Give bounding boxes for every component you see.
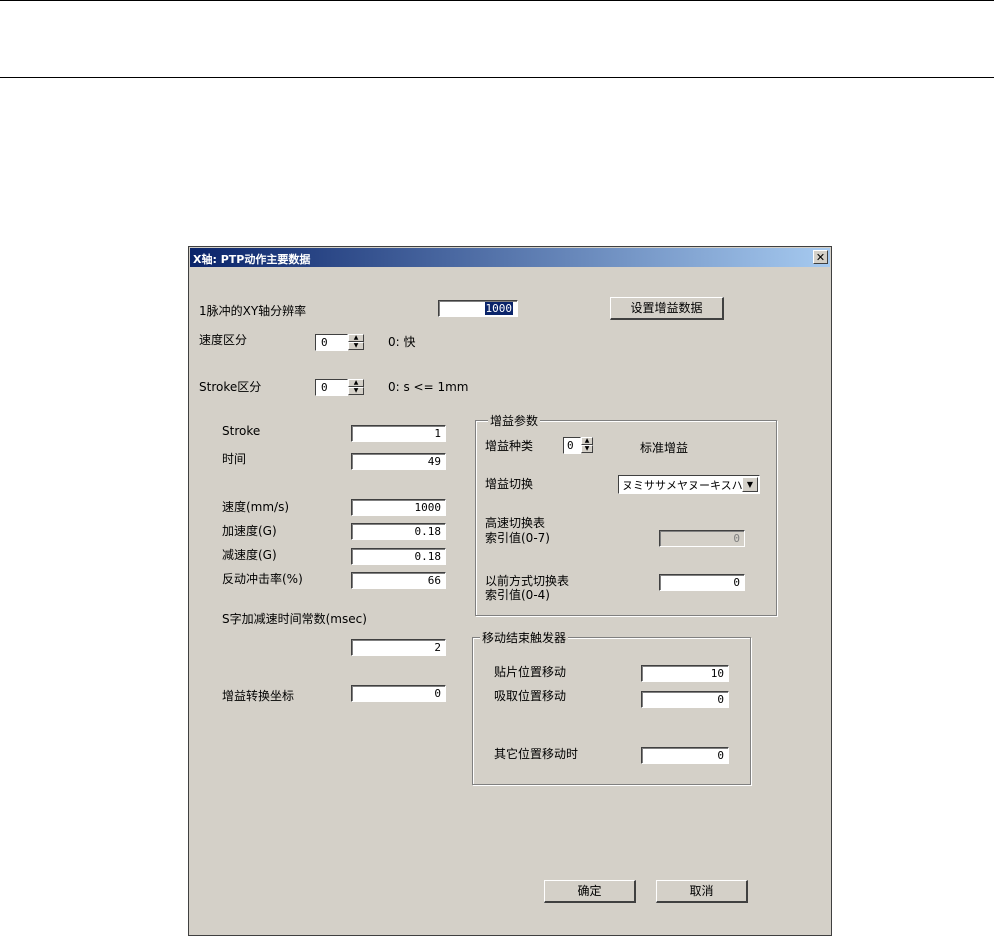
stroke-label: Stroke xyxy=(222,424,261,438)
stroke-class-label: Stroke区分 xyxy=(199,380,262,394)
pick-move-label: 吸取位置移动 xyxy=(494,689,567,703)
spin-down-icon[interactable]: ▼ xyxy=(581,445,593,453)
time-input[interactable]: 49 xyxy=(351,453,446,470)
accel-input[interactable]: 0.18 xyxy=(351,523,446,540)
accel-label: 加速度(G) xyxy=(222,524,277,538)
spin-down-icon[interactable]: ▼ xyxy=(348,342,364,350)
close-icon[interactable]: ✕ xyxy=(813,250,828,264)
window-title: X轴: PTP动作主要数据 xyxy=(193,253,311,266)
mount-move-input[interactable]: 10 xyxy=(641,665,729,682)
decel-label: 减速度(G) xyxy=(222,548,277,562)
gain-switch-label: 增益切换 xyxy=(485,477,534,491)
spin-up-icon[interactable]: ▲ xyxy=(348,334,364,342)
high-speed-index-input: 0 xyxy=(659,530,745,547)
legacy-label-2: 索引值(0-4) xyxy=(485,588,550,602)
stroke-class-desc: 0: s <= 1mm xyxy=(388,380,469,394)
ok-button[interactable]: 确定 xyxy=(544,880,636,903)
stroke-input[interactable]: 1 xyxy=(351,425,446,442)
gain-switch-value: ヌミササメヤヌーキスハス xyxy=(622,479,754,492)
other-move-input[interactable]: 0 xyxy=(641,747,729,764)
ptp-dialog: X轴: PTP动作主要数据 ✕ 1脉冲的XY轴分辨率 1000 设置增益数据 速… xyxy=(188,246,832,936)
speed-class-desc: 0: 快 xyxy=(388,335,416,349)
jerk-label: 反动冲击率(%) xyxy=(222,572,303,586)
other-move-label: 其它位置移动时 xyxy=(494,747,579,761)
s-curve-label: S字加减速时间常数(msec) xyxy=(222,612,367,626)
time-label: 时间 xyxy=(222,452,247,466)
set-gain-data-button[interactable]: 设置增益数据 xyxy=(610,297,724,320)
speed-class-spinner[interactable]: ▲ ▼ xyxy=(348,334,364,351)
s-curve-input[interactable]: 2 xyxy=(351,639,446,656)
move-trigger-title: 移动结束触发器 xyxy=(480,629,569,646)
cancel-button[interactable]: 取消 xyxy=(656,880,748,903)
gain-params-title: 增益参数 xyxy=(488,412,541,429)
spin-up-icon[interactable]: ▲ xyxy=(581,437,593,445)
legacy-index-input[interactable]: 0 xyxy=(659,574,745,591)
speed-class-input[interactable]: 0 xyxy=(315,334,348,351)
top-rule xyxy=(0,0,994,1)
mount-move-label: 贴片位置移动 xyxy=(494,665,567,679)
pick-move-input[interactable]: 0 xyxy=(641,691,729,708)
gain-type-label: 增益种类 xyxy=(485,439,534,453)
decel-input[interactable]: 0.18 xyxy=(351,548,446,565)
gain-type-spinner[interactable]: ▲ ▼ xyxy=(581,437,593,454)
spin-down-icon[interactable]: ▼ xyxy=(348,387,364,395)
header-rule xyxy=(0,77,994,78)
gain-switch-coord-input[interactable]: 0 xyxy=(351,685,446,702)
title-bar[interactable]: X轴: PTP动作主要数据 ✕ xyxy=(190,248,830,267)
gain-type-input[interactable]: 0 xyxy=(563,437,581,454)
resolution-label: 1脉冲的XY轴分辨率 xyxy=(199,304,307,318)
speed-label: 速度(mm/s) xyxy=(222,500,290,514)
spin-up-icon[interactable]: ▲ xyxy=(348,379,364,387)
stroke-class-spinner[interactable]: ▲ ▼ xyxy=(348,379,364,396)
speed-input[interactable]: 1000 xyxy=(351,499,446,516)
resolution-input[interactable]: 1000 xyxy=(438,300,518,317)
gain-switch-coord-label: 增益转换坐标 xyxy=(222,689,295,703)
chevron-down-icon[interactable]: ▼ xyxy=(742,477,758,492)
gain-type-desc: 标准增益 xyxy=(640,441,689,455)
speed-class-label: 速度区分 xyxy=(199,333,248,347)
stroke-class-input[interactable]: 0 xyxy=(315,379,348,396)
high-speed-label-2: 索引值(0-7) xyxy=(485,531,550,545)
jerk-input[interactable]: 66 xyxy=(351,572,446,589)
gain-switch-select[interactable]: ヌミササメヤヌーキスハス ▼ xyxy=(618,475,760,494)
